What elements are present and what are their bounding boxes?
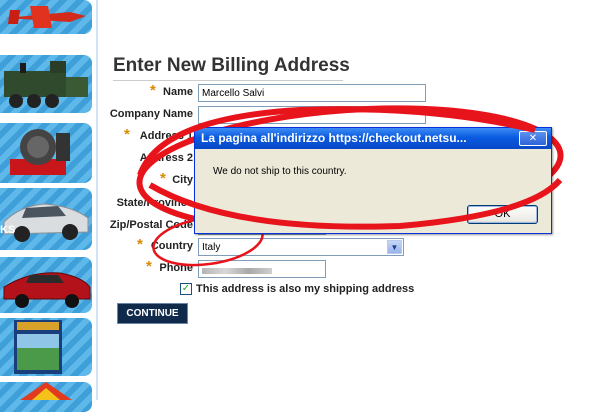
silver-car-product-tile[interactable]: KS — [0, 188, 92, 250]
alert-dialog: La pagina all'indirizzo https://checkout… — [194, 127, 552, 234]
phone-input[interactable] — [198, 260, 326, 278]
close-icon[interactable]: ✕ — [519, 131, 547, 146]
state-label: State/Province — [116, 197, 193, 209]
address2-label: Address 2 — [139, 152, 193, 164]
zip-label: Zip/Postal Code — [109, 219, 193, 231]
chevron-down-icon[interactable]: ▼ — [387, 240, 402, 254]
kite-product-tile[interactable] — [0, 382, 92, 412]
country-row: * Country Italy ▼ — [100, 236, 430, 256]
shipping-checkbox[interactable]: ✓ — [180, 283, 192, 295]
company-row: Company Name — [100, 106, 430, 124]
country-label: Country — [150, 240, 193, 252]
reel-product-tile[interactable] — [0, 123, 92, 183]
required-marker: * — [160, 170, 166, 187]
required-marker: * — [146, 258, 152, 275]
phone-row: * Phone — [100, 258, 430, 278]
company-input[interactable] — [198, 106, 426, 124]
product-sidebar: KS — [0, 0, 100, 412]
dialog-message: We do not ship to this country. — [213, 166, 347, 177]
name-input[interactable] — [198, 84, 426, 102]
phone-label: Phone — [159, 262, 193, 274]
country-select[interactable]: Italy ▼ — [198, 238, 404, 256]
dialog-title: La pagina all'indirizzo https://checkout… — [195, 128, 551, 149]
redacted-phone-value — [202, 268, 272, 274]
train-product-tile[interactable] — [0, 55, 92, 113]
shipping-checkbox-label: This address is also my shipping address — [196, 283, 415, 295]
train-image — [4, 61, 88, 108]
city-label: City — [172, 174, 193, 186]
top-dots-decoration: • •• • •• — [118, 0, 174, 5]
address1-label: Address 1 — [139, 130, 193, 142]
airplane-image — [5, 6, 86, 28]
red-car-product-tile[interactable] — [0, 257, 92, 313]
required-marker: * — [137, 236, 143, 253]
name-label: Name — [163, 86, 193, 98]
puzzle-product-tile[interactable] — [0, 318, 92, 376]
page-title: Enter New Billing Address — [113, 55, 350, 76]
airplane-product-tile[interactable] — [0, 0, 92, 34]
red-car-image — [3, 272, 91, 308]
shipping-checkbox-row: ✓ This address is also my shipping addre… — [180, 283, 414, 295]
kite-image — [20, 382, 72, 400]
country-selected-value: Italy — [202, 241, 221, 253]
ok-button[interactable]: OK — [467, 205, 538, 224]
continue-button[interactable]: CONTINUE — [117, 303, 188, 324]
sidebar-fragment-text: KS — [0, 224, 16, 236]
puzzle-box-image — [14, 320, 62, 374]
title-divider — [113, 80, 343, 81]
checkmark-icon: ✓ — [181, 283, 191, 294]
required-marker: * — [150, 82, 156, 99]
company-label: Company Name — [109, 108, 193, 120]
name-row: * Name — [100, 82, 430, 102]
reel-image — [10, 129, 70, 175]
silver-car-image — [3, 203, 89, 242]
required-marker: * — [124, 126, 130, 143]
